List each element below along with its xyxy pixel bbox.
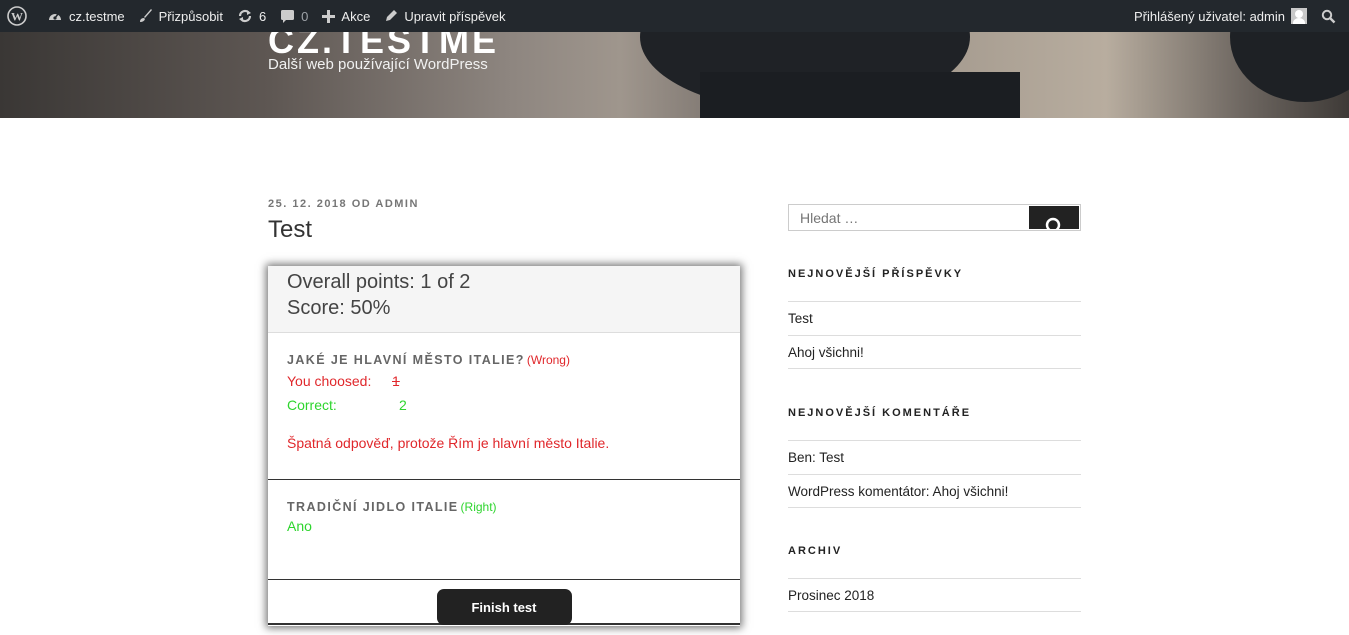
comments-count: 0 [301, 8, 309, 24]
search-icon [1045, 217, 1061, 229]
post-meta[interactable]: 25. 12. 2018 OD ADMIN [268, 198, 419, 210]
recent-comments-title: NEJNOVĚJŠÍ KOMENTÁŘE [788, 407, 972, 419]
question-title: JAKÉ JE HLAVNÍ MĚSTO ITALIE? (Wrong) [287, 353, 721, 367]
customize-link[interactable]: Přizpůsobit [132, 0, 230, 32]
correct-label: Correct: [287, 397, 337, 413]
chosen-answer-row: You choosed: 1 [287, 373, 721, 389]
explanation-text: Špatná odpověď, protože Řím je hlavní mě… [287, 435, 610, 451]
updates-link[interactable]: 6 [230, 0, 273, 32]
correct-value: 2 [399, 397, 407, 413]
quiz-score: Score: 50% [287, 297, 391, 319]
post-title: Test [268, 216, 313, 243]
search-input[interactable] [789, 205, 1028, 230]
chosen-label: You choosed: [287, 373, 372, 389]
question-title: TRADIČNÍ JIDLO ITALIE (Right) [287, 500, 721, 514]
dashboard-icon [49, 13, 61, 20]
customize-label: Přizpůsobit [158, 8, 223, 24]
comments-link[interactable]: 0 [273, 0, 315, 32]
list-item[interactable]: Ahoj všichni! [788, 335, 1081, 369]
list-item[interactable]: WordPress komentátor: Ahoj všichni! [788, 474, 1081, 508]
site-header: CZ.TESTME Další web používající WordPres… [0, 32, 1349, 118]
comment-icon [281, 9, 295, 23]
wordpress-logo-button[interactable]: W [0, 0, 40, 32]
finish-test-button[interactable]: Finish test [436, 589, 572, 625]
updates-count: 6 [258, 8, 267, 24]
archive-title: ARCHIV [788, 545, 843, 557]
list-item[interactable]: Test [788, 301, 1081, 335]
updates-icon [238, 9, 252, 23]
edit-post-label: Upravit příspěvek [404, 8, 506, 24]
recent-posts-title: NEJNOVĚJŠÍ PŘÍSPĚVKY [788, 268, 964, 280]
header-image-bowl-right [1230, 32, 1349, 102]
header-image-bowl-base [700, 72, 1020, 118]
edit-post-link[interactable]: Upravit příspěvek [377, 0, 512, 32]
question-result: JAKÉ JE HLAVNÍ MĚSTO ITALIE? (Wrong) You … [268, 333, 740, 480]
user-greeting: Přihlášený uživatel: admin [1133, 8, 1285, 24]
answer-text: Ano [287, 518, 312, 534]
list-item[interactable]: Prosinec 2018 [788, 578, 1081, 612]
status-badge: (Right) [460, 500, 497, 514]
status-badge: (Wrong) [526, 353, 570, 367]
wordpress-icon: W [7, 6, 27, 26]
quiz-summary: Overall points: 1 of 2 Score: 50% [268, 266, 740, 333]
question-result: TRADIČNÍ JIDLO ITALIE (Right) Ano [268, 480, 740, 580]
avatar [1291, 8, 1307, 24]
quiz-results: Overall points: 1 of 2 Score: 50% JAKÉ J… [268, 266, 740, 626]
pencil-icon [386, 10, 398, 21]
search-form [788, 204, 1081, 231]
question-text: TRADIČNÍ JIDLO ITALIE [287, 500, 459, 514]
adminbar-search-button[interactable] [1314, 0, 1349, 32]
list-item[interactable]: Ben: Test [788, 440, 1081, 474]
archive-list: Prosinec 2018 [788, 578, 1081, 612]
my-account-link[interactable]: Přihlášený uživatel: admin [1127, 0, 1314, 32]
search-button[interactable] [1028, 205, 1080, 230]
new-content-link[interactable]: Akce [315, 0, 377, 32]
recent-comments-list: Ben: Test WordPress komentátor: Ahoj vši… [788, 440, 1081, 508]
new-content-label: Akce [341, 8, 371, 24]
recent-posts-list: Test Ahoj všichni! [788, 301, 1081, 369]
chosen-value: 1 [392, 373, 400, 389]
site-name-link[interactable]: cz.testme [40, 0, 132, 32]
svg-text:W: W [11, 10, 23, 24]
finish-area: Finish test [268, 580, 740, 625]
plus-icon [322, 9, 336, 23]
brush-icon [139, 9, 152, 22]
admin-bar: W cz.testme Přizpůsobit 6 0 Akce Upravit… [0, 0, 1349, 32]
site-name-label: cz.testme [69, 8, 125, 24]
overall-points: Overall points: 1 of 2 [287, 271, 471, 293]
correct-answer-row: Correct: 2 [287, 397, 721, 413]
question-text: JAKÉ JE HLAVNÍ MĚSTO ITALIE? [287, 353, 525, 367]
site-description: Další web používající WordPress [268, 56, 488, 73]
search-icon [1321, 9, 1336, 23]
